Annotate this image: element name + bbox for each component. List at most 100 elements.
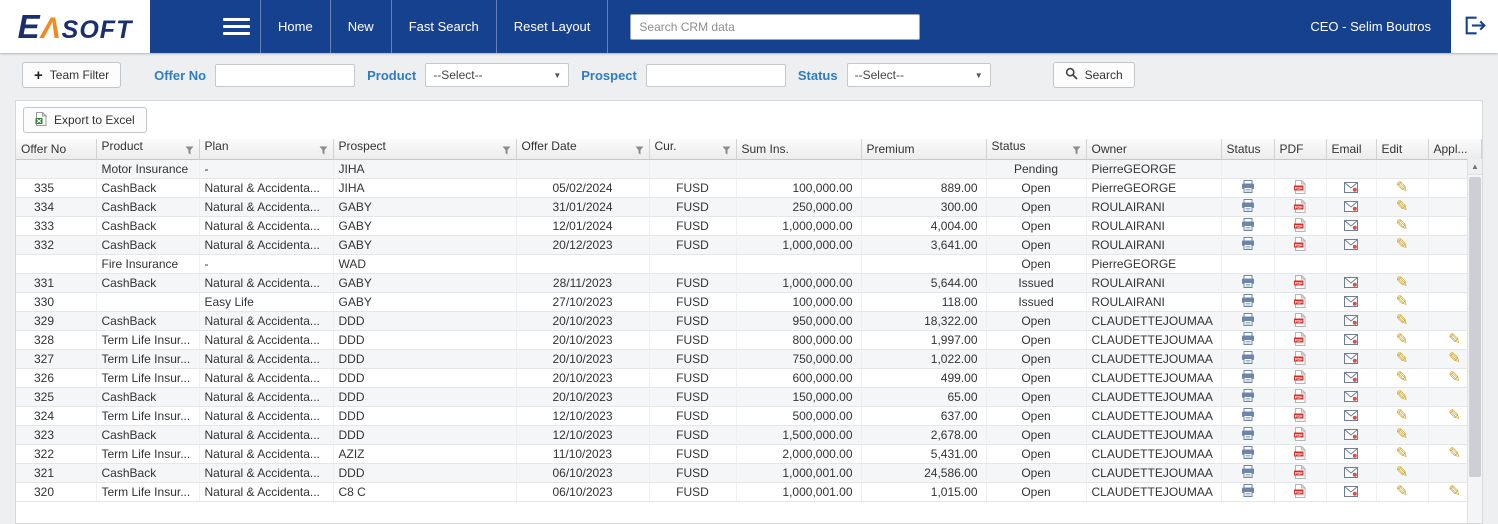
product-select[interactable]: --Select-- ▼ [425, 63, 569, 87]
print-status-icon[interactable] [1241, 370, 1255, 385]
print-status-icon[interactable] [1241, 389, 1255, 404]
column-header-1[interactable]: Product [96, 139, 199, 159]
column-header-14[interactable]: Appl... [1428, 139, 1481, 159]
table-row[interactable]: 333CashBackNatural & Accidenta...GABY12/… [16, 216, 1481, 235]
column-header-7[interactable]: Premium [861, 139, 986, 159]
table-row[interactable]: 321CashBackNatural & Accidenta...DDD06/1… [16, 463, 1481, 482]
vertical-scrollbar[interactable]: ▲ [1467, 159, 1482, 523]
print-status-icon[interactable] [1241, 351, 1255, 366]
email-icon[interactable] [1344, 277, 1358, 290]
edit-icon[interactable]: ✎ [1396, 294, 1409, 309]
column-header-11[interactable]: PDF [1274, 139, 1326, 159]
table-row[interactable]: 334CashBackNatural & Accidenta...GABY31/… [16, 197, 1481, 216]
email-icon[interactable] [1344, 220, 1358, 233]
table-row[interactable]: 329CashBackNatural & Accidenta...DDD20/1… [16, 311, 1481, 330]
table-row[interactable]: 322Term Life Insur...Natural & Accidenta… [16, 444, 1481, 463]
filter-icon[interactable] [502, 144, 511, 158]
table-row[interactable]: 326Term Life Insur...Natural & Accidenta… [16, 368, 1481, 387]
application-icon[interactable]: ✎ [1448, 351, 1461, 366]
pdf-icon[interactable]: PDF [1294, 313, 1306, 329]
application-icon[interactable]: ✎ [1448, 408, 1461, 423]
column-header-4[interactable]: Offer Date [516, 139, 649, 159]
email-icon[interactable] [1344, 239, 1358, 252]
filter-icon[interactable] [185, 144, 194, 158]
email-icon[interactable] [1344, 429, 1358, 442]
filter-icon[interactable] [635, 144, 644, 158]
nav-item-reset-layout[interactable]: Reset Layout [497, 0, 609, 53]
column-header-13[interactable]: Edit [1376, 139, 1428, 159]
column-header-9[interactable]: Owner [1086, 139, 1221, 159]
email-icon[interactable] [1344, 182, 1358, 195]
table-row[interactable]: 331CashBackNatural & Accidenta...GABY28/… [16, 273, 1481, 292]
pdf-icon[interactable]: PDF [1294, 484, 1306, 500]
column-header-3[interactable]: Prospect [333, 139, 516, 159]
pdf-icon[interactable]: PDF [1294, 275, 1306, 291]
table-row[interactable]: 332CashBackNatural & Accidenta...GABY20/… [16, 235, 1481, 254]
pdf-icon[interactable]: PDF [1294, 427, 1306, 443]
edit-icon[interactable]: ✎ [1396, 370, 1409, 385]
pdf-icon[interactable]: PDF [1294, 408, 1306, 424]
edit-icon[interactable]: ✎ [1396, 313, 1409, 328]
column-header-10[interactable]: Status [1221, 139, 1274, 159]
status-select[interactable]: --Select-- ▼ [847, 63, 991, 87]
edit-icon[interactable]: ✎ [1396, 218, 1409, 233]
filter-icon[interactable] [722, 144, 731, 158]
print-status-icon[interactable] [1241, 313, 1255, 328]
column-header-12[interactable]: Email [1326, 139, 1376, 159]
print-status-icon[interactable] [1241, 427, 1255, 442]
pdf-icon[interactable]: PDF [1294, 180, 1306, 196]
edit-icon[interactable]: ✎ [1396, 465, 1409, 480]
scroll-up-arrow-icon[interactable]: ▲ [1468, 159, 1482, 175]
pdf-icon[interactable]: PDF [1294, 199, 1306, 215]
application-icon[interactable]: ✎ [1448, 332, 1461, 347]
edit-icon[interactable]: ✎ [1396, 275, 1409, 290]
offer-no-input[interactable] [215, 64, 355, 87]
email-icon[interactable] [1344, 372, 1358, 385]
edit-icon[interactable]: ✎ [1396, 446, 1409, 461]
email-icon[interactable] [1344, 334, 1358, 347]
pdf-icon[interactable]: PDF [1294, 446, 1306, 462]
table-row[interactable]: 324Term Life Insur...Natural & Accidenta… [16, 406, 1481, 425]
hamburger-menu-icon[interactable] [212, 0, 260, 53]
email-icon[interactable] [1344, 467, 1358, 480]
table-row[interactable]: Fire Insurance-WADOpenPierreGEORGE [16, 254, 1481, 273]
column-header-8[interactable]: Status [986, 139, 1086, 159]
prospect-input[interactable] [646, 64, 786, 87]
email-icon[interactable] [1344, 296, 1358, 309]
pdf-icon[interactable]: PDF [1294, 237, 1306, 253]
pdf-icon[interactable]: PDF [1294, 389, 1306, 405]
table-row[interactable]: 335CashBackNatural & Accidenta...JIHA05/… [16, 178, 1481, 197]
email-icon[interactable] [1344, 391, 1358, 404]
edit-icon[interactable]: ✎ [1396, 237, 1409, 252]
table-row[interactable]: 327Term Life Insur...Natural & Accidenta… [16, 349, 1481, 368]
pdf-icon[interactable]: PDF [1294, 332, 1306, 348]
table-row[interactable]: 323CashBackNatural & Accidenta...DDD12/1… [16, 425, 1481, 444]
print-status-icon[interactable] [1241, 218, 1255, 233]
print-status-icon[interactable] [1241, 199, 1255, 214]
application-icon[interactable]: ✎ [1448, 370, 1461, 385]
print-status-icon[interactable] [1241, 332, 1255, 347]
scrollbar-thumb[interactable] [1469, 177, 1481, 477]
edit-icon[interactable]: ✎ [1396, 408, 1409, 423]
email-icon[interactable] [1344, 410, 1358, 423]
edit-icon[interactable]: ✎ [1396, 389, 1409, 404]
pdf-icon[interactable]: PDF [1294, 351, 1306, 367]
pdf-icon[interactable]: PDF [1294, 218, 1306, 234]
search-button[interactable]: Search [1053, 62, 1135, 88]
edit-icon[interactable]: ✎ [1396, 351, 1409, 366]
nav-item-new[interactable]: New [331, 0, 392, 53]
table-row[interactable]: 330Easy LifeGABY27/10/2023FUSD100,000.00… [16, 292, 1481, 311]
team-filter-button[interactable]: + Team Filter [22, 62, 121, 88]
edit-icon[interactable]: ✎ [1396, 427, 1409, 442]
logout-button[interactable] [1451, 0, 1498, 53]
edit-icon[interactable]: ✎ [1396, 199, 1409, 214]
print-status-icon[interactable] [1241, 484, 1255, 499]
pdf-icon[interactable]: PDF [1294, 370, 1306, 386]
table-row[interactable]: 325CashBackNatural & Accidenta...DDD20/1… [16, 387, 1481, 406]
print-status-icon[interactable] [1241, 237, 1255, 252]
filter-icon[interactable] [1072, 144, 1081, 158]
email-icon[interactable] [1344, 315, 1358, 328]
edit-icon[interactable]: ✎ [1396, 332, 1409, 347]
filter-icon[interactable] [319, 144, 328, 158]
pdf-icon[interactable]: PDF [1294, 465, 1306, 481]
